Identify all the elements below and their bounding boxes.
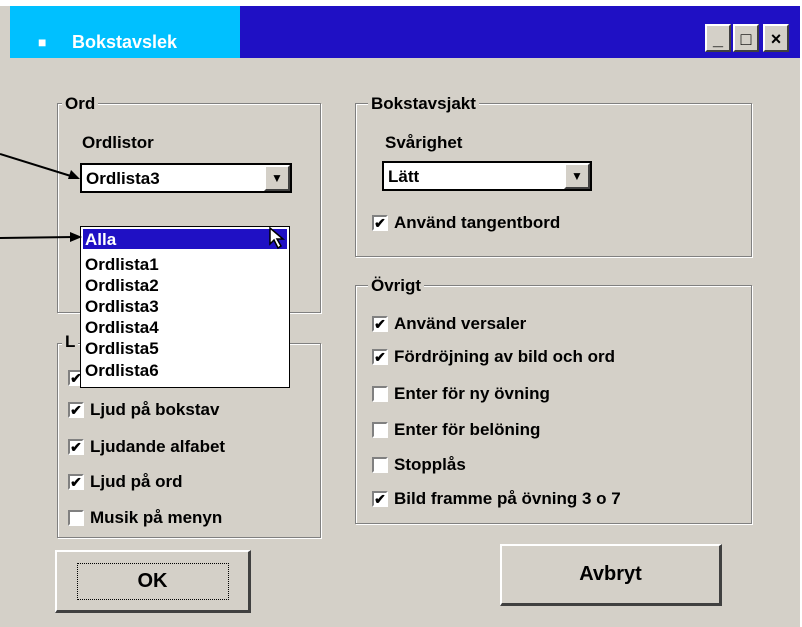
ok-button-label: OK [76, 562, 229, 600]
checkbox-box: ✔ [372, 349, 388, 365]
checkbox-label: Enter för belöning [394, 420, 541, 439]
checkbox-box [372, 386, 388, 402]
checkbox-label: Enter för ny övning [394, 384, 550, 403]
checkbox-label: Använd tangentbord [394, 213, 561, 232]
app-book-icon: ■ [38, 34, 47, 50]
checkbox-label: Fördröjning av bild och ord [394, 347, 615, 366]
window-title: Bokstavslek [72, 32, 178, 52]
ordlistor-combo[interactable]: Ordlista3 ▼ [80, 163, 292, 193]
checkbox-box: ✔ [68, 402, 84, 418]
ovrigt-group-label: Övrigt [368, 276, 425, 296]
checkbox-box: ✔ [68, 439, 84, 455]
ordlistor-label: Ordlistor [82, 133, 154, 152]
dropdown-item[interactable]: Ordlista6 [85, 361, 159, 381]
chevron-down-icon[interactable]: ▼ [564, 163, 590, 189]
ljudande-alfabet-checkbox[interactable]: ✔ Ljudande alfabet [68, 437, 225, 457]
checkbox-box: ✔ [372, 316, 388, 332]
annotation-arrow-head [68, 170, 80, 179]
ok-button[interactable]: OK [55, 550, 251, 613]
maximize-button[interactable]: □ [733, 24, 759, 52]
close-button[interactable]: × [763, 24, 789, 52]
annotation-arrow-line [0, 236, 75, 239]
dropdown-item[interactable]: Ordlista3 [85, 297, 159, 317]
checkbox-label: Musik på menyn [90, 508, 223, 527]
dropdown-item[interactable]: Ordlista4 [85, 318, 159, 338]
checkbox-box [68, 510, 84, 526]
svarighet-combo[interactable]: Lätt ▼ [382, 161, 592, 191]
checkbox-label: Ljud på ord [90, 472, 183, 491]
bokstavsjakt-group-label: Bokstavsjakt [368, 94, 479, 114]
checkbox-box: ✔ [68, 474, 84, 490]
dropdown-item[interactable]: Ordlista2 [85, 276, 159, 296]
annotation-arrow-head [70, 232, 82, 242]
checkbox-box: ✔ [372, 491, 388, 507]
ordlistor-value: Ordlista3 [86, 169, 160, 188]
cancel-button-label: Avbryt [579, 563, 642, 585]
checkbox-box: ✔ [372, 215, 388, 231]
cancel-button[interactable]: Avbryt [500, 544, 722, 606]
ljud-group-label: L [62, 332, 79, 352]
mouse-cursor-icon [269, 226, 286, 250]
musik-pa-menyn-checkbox[interactable]: Musik på menyn [68, 508, 222, 528]
ljud-pa-ord-checkbox[interactable]: ✔ Ljud på ord [68, 472, 183, 492]
dropdown-item[interactable]: Ordlista5 [85, 339, 159, 359]
bild-framme-checkbox[interactable]: ✔ Bild framme på övning 3 o 7 [372, 489, 621, 509]
fordrojning-checkbox[interactable]: ✔ Fördröjning av bild och ord [372, 347, 615, 367]
svarighet-value: Lätt [388, 167, 420, 186]
enter-ny-ovning-checkbox[interactable]: Enter för ny övning [372, 384, 550, 404]
anvand-versaler-checkbox[interactable]: ✔ Använd versaler [372, 314, 526, 334]
checkbox-label: Ljudande alfabet [90, 437, 226, 456]
minimize-button[interactable]: _ [705, 24, 731, 52]
enter-beloning-checkbox[interactable]: Enter för belöning [372, 420, 540, 440]
checkbox-label: Stopplås [394, 455, 466, 474]
ljud-pa-bokstav-checkbox[interactable]: ✔ Ljud på bokstav [68, 400, 219, 420]
ordlistor-dropdown-list[interactable]: Alla Ordlista1 Ordlista2 Ordlista3 Ordli… [80, 226, 290, 388]
checkbox-box [372, 457, 388, 473]
anvand-tangentbord-checkbox[interactable]: ✔ Använd tangentbord [372, 213, 560, 233]
svarighet-label: Svårighet [385, 133, 463, 152]
checkbox-box [372, 422, 388, 438]
title-bar[interactable]: ■ Bokstavslek _ □ × [10, 6, 800, 58]
annotation-arrow-line [0, 153, 75, 178]
annotation-arrows [0, 153, 82, 242]
ord-group-label: Ord [62, 94, 99, 114]
dropdown-item[interactable]: Ordlista1 [85, 255, 159, 275]
chevron-down-icon[interactable]: ▼ [264, 165, 290, 191]
checkbox-label: Bild framme på övning 3 o 7 [394, 489, 621, 508]
checkbox-label: Använd versaler [394, 314, 527, 333]
checkbox-label: Ljud på bokstav [90, 400, 220, 419]
stopplas-checkbox[interactable]: Stopplås [372, 455, 466, 475]
